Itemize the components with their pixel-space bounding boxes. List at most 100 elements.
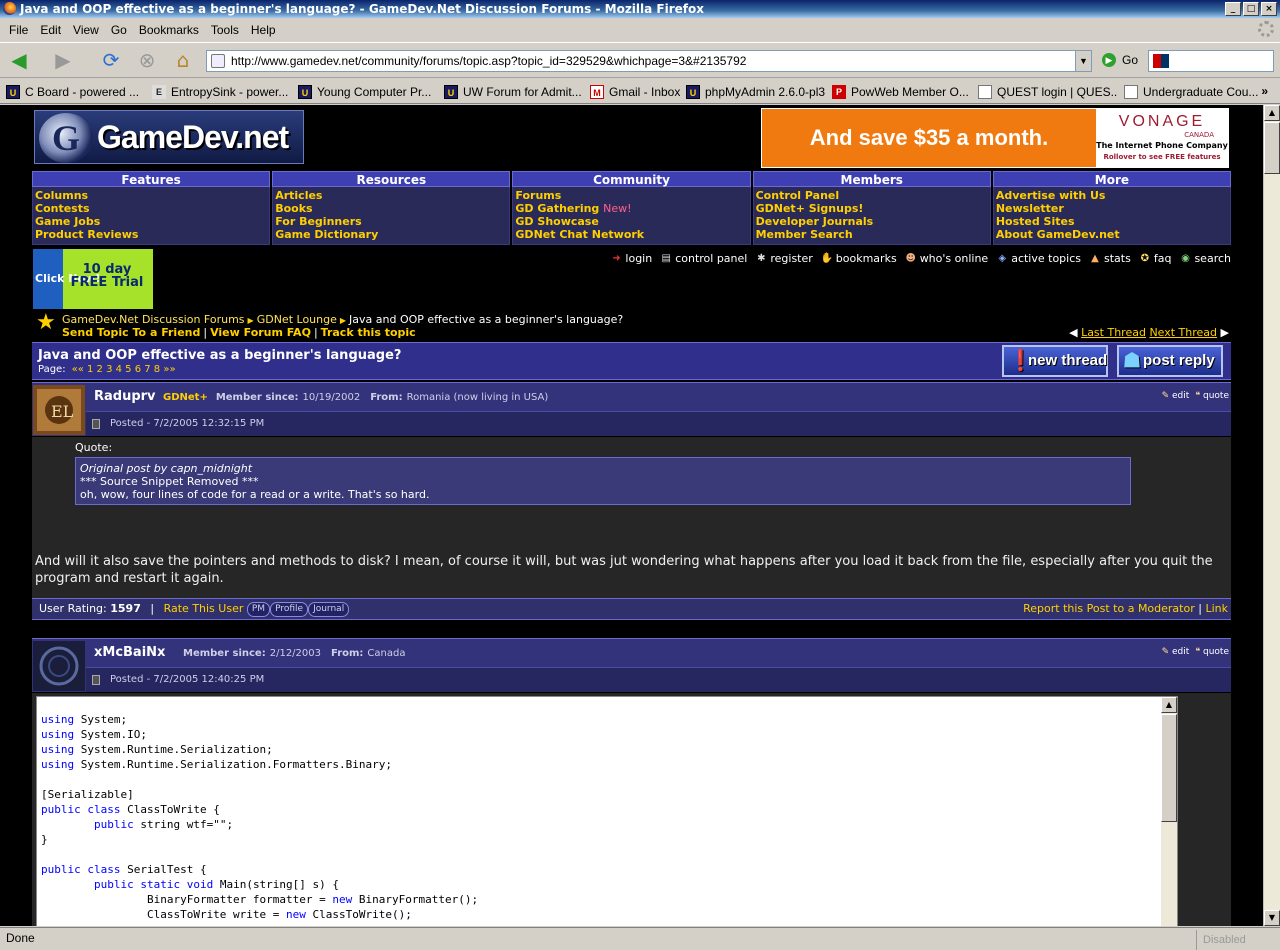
menu-go[interactable]: Go [105, 23, 133, 37]
topic-header: Java and OOP effective as a beginner's l… [32, 342, 1231, 380]
scroll-up-icon[interactable]: ▲ [1161, 697, 1177, 713]
nav-link-control-panel[interactable]: Control Panel [756, 189, 988, 202]
scroll-down-icon[interactable]: ▼ [1264, 910, 1280, 926]
vonage-ad-banner[interactable]: And save $35 a month. VONAGE CANADA The … [761, 108, 1229, 168]
scroll-thumb[interactable] [1161, 714, 1177, 822]
avatar[interactable]: EL [33, 385, 85, 435]
nav-link-product-reviews[interactable]: Product Reviews [35, 228, 267, 241]
close-button[interactable]: × [1261, 2, 1277, 16]
send-topic-link[interactable]: Send Topic To a Friend [62, 326, 200, 339]
scroll-thumb[interactable] [1264, 122, 1280, 174]
nav-link-gd-gathering[interactable]: GD Gathering New! [515, 202, 747, 215]
breadcrumb-topic: Java and OOP effective as a beginner's l… [349, 313, 624, 326]
faq-link[interactable]: ✪ faq [1139, 252, 1172, 265]
menu-edit[interactable]: Edit [34, 23, 67, 37]
stats-link[interactable]: ▲ stats [1089, 252, 1131, 265]
nav-link-gd-showcase[interactable]: GD Showcase [515, 215, 747, 228]
report-post-link[interactable]: Report this Post to a Moderator [1023, 602, 1195, 615]
minimize-button[interactable]: _ [1225, 2, 1241, 16]
breadcrumb-forums[interactable]: GameDev.Net Discussion Forums [62, 313, 245, 326]
post-author[interactable]: Raduprv [94, 389, 156, 404]
menu-help[interactable]: Help [245, 23, 282, 37]
bookmark-item[interactable]: Undergraduate Cou... [1124, 84, 1264, 99]
nav-link-chat-network[interactable]: GDNet Chat Network [515, 228, 747, 241]
page-links[interactable]: «« 1 2 3 4 5 6 7 8 »» [72, 364, 176, 375]
pm-button[interactable]: PM [246, 601, 271, 617]
search-input[interactable] [1148, 50, 1274, 72]
forum-faq-link[interactable]: View Forum FAQ [210, 326, 311, 339]
post-reply-button[interactable]: ☗ post reply [1117, 345, 1223, 377]
nav-link-game-jobs[interactable]: Game Jobs [35, 215, 267, 228]
bookmark-item[interactable]: U UW Forum for Admit... [444, 84, 584, 99]
scroll-up-icon[interactable]: ▲ [1264, 105, 1280, 121]
code-scrollbar[interactable]: ▲ [1161, 697, 1177, 926]
page-scrollbar[interactable]: ▲ ▼ [1263, 105, 1280, 926]
bookmark-item[interactable]: P PowWeb Member O... [832, 84, 972, 99]
register-link[interactable]: ✱ register [755, 252, 813, 265]
nav-link-books[interactable]: Books [275, 202, 507, 215]
reload-icon[interactable]: ⟳ [98, 47, 124, 73]
search-link[interactable]: ◉ search [1179, 252, 1231, 265]
bookmarks-overflow-icon[interactable]: » [1261, 84, 1268, 98]
journal-button[interactable]: Journal [308, 601, 350, 617]
nav-link-articles[interactable]: Articles [275, 189, 507, 202]
url-input[interactable]: http://www.gamedev.net/community/forums/… [206, 50, 1092, 72]
nav-link-newsletter[interactable]: Newsletter [996, 202, 1228, 215]
active-topics-link[interactable]: ◈ active topics [996, 252, 1081, 265]
track-topic-link[interactable]: Track this topic [321, 326, 416, 339]
quote-button[interactable]: ❝ quote [1195, 391, 1229, 401]
nav-link-member-search[interactable]: Member Search [756, 228, 988, 241]
bookmark-item[interactable]: E EntropySink - power... [152, 84, 292, 99]
menu-bookmarks[interactable]: Bookmarks [133, 23, 205, 37]
menu-file[interactable]: File [3, 23, 34, 37]
edit-button[interactable]: ✎ edit [1162, 647, 1190, 657]
forum-toolbar: ➜ login ▤ control panel ✱ register ✋ bookmar… [610, 252, 1231, 265]
menu-view[interactable]: View [67, 23, 105, 37]
rate-user-link[interactable]: Rate This User [164, 602, 244, 615]
bookmarks-link[interactable]: ✋ bookmarks [821, 252, 897, 265]
bookmark-item[interactable]: U C Board - powered ... [6, 84, 146, 99]
last-thread-link[interactable]: Last Thread [1081, 326, 1146, 339]
bookmark-item[interactable]: QUEST login | QUES... [978, 84, 1118, 99]
avatar[interactable] [33, 641, 85, 691]
profile-button[interactable]: Profile [270, 601, 309, 617]
next-thread-link[interactable]: Next Thread [1149, 326, 1217, 339]
source-code-box[interactable]: using System; using System.IO; using Sys… [36, 696, 1178, 926]
nav-link-for-beginners[interactable]: For Beginners [275, 215, 507, 228]
forward-arrow-icon[interactable]: ▶ [50, 47, 76, 73]
home-icon[interactable]: ⌂ [170, 47, 196, 73]
menu-tools[interactable]: Tools [205, 23, 245, 37]
from-value: Romania (now living in USA) [406, 392, 549, 403]
back-arrow-icon[interactable]: ◀ [6, 47, 32, 73]
bookmark-item[interactable]: U Young Computer Pr... [298, 84, 438, 99]
nav-link-hosted-sites[interactable]: Hosted Sites [996, 215, 1228, 228]
bookmark-label: EntropySink - power... [171, 84, 289, 99]
go-button[interactable]: ▶ Go [1102, 53, 1138, 67]
maximize-button[interactable]: □ [1243, 2, 1259, 16]
nav-link-about[interactable]: About GameDev.net [996, 228, 1228, 241]
breadcrumb-lounge[interactable]: GDNet Lounge [257, 313, 337, 326]
nav-link-signups[interactable]: GDNet+ Signups! [756, 202, 988, 215]
nav-link-columns[interactable]: Columns [35, 189, 267, 202]
page-icon [211, 54, 225, 68]
edit-button[interactable]: ✎ edit [1162, 391, 1190, 401]
free-trial-ad[interactable]: Click Now! 10 day FREE Trial [33, 249, 153, 309]
bookmark-item[interactable]: UphpMyAdmin 2.6.0-pl3 [686, 84, 826, 99]
nav-link-forums[interactable]: Forums [515, 189, 747, 202]
gamedev-logo[interactable]: G GameDev.net [34, 110, 304, 164]
login-link[interactable]: ➜ login [610, 252, 652, 265]
bookmark-item[interactable]: M Gmail - Inbox [590, 84, 680, 99]
from-label: From: [370, 392, 403, 403]
post-link[interactable]: Link [1205, 602, 1228, 615]
chevron-down-icon[interactable]: ▼ [1075, 51, 1091, 71]
control-panel-link[interactable]: ▤ control panel [660, 252, 747, 265]
nav-link-game-dictionary[interactable]: Game Dictionary [275, 228, 507, 241]
quote-button[interactable]: ❝ quote [1195, 647, 1229, 657]
new-thread-button[interactable]: ❗ new thread [1002, 345, 1108, 377]
nav-link-contests[interactable]: Contests [35, 202, 267, 215]
nav-link-developer-journals[interactable]: Developer Journals [756, 215, 988, 228]
whos-online-link[interactable]: ☻ who's online [905, 252, 988, 265]
stop-icon[interactable]: ⊗ [134, 47, 160, 73]
post-author[interactable]: xMcBaiNx [94, 645, 165, 660]
nav-link-advertise[interactable]: Advertise with Us [996, 189, 1228, 202]
